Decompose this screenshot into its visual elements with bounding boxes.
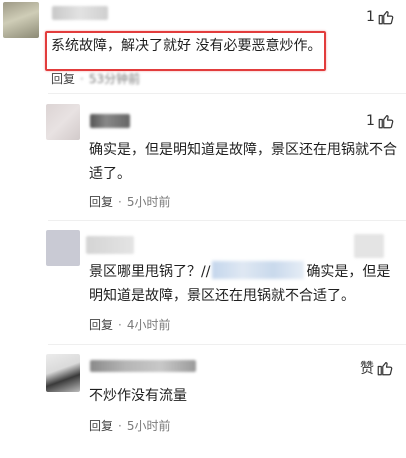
mention-link-blurred[interactable] [212,261,305,279]
comment-meta: 回复 · 53分钟前 [51,70,140,87]
comment-meta: 回复 · 5小时前 [89,193,170,210]
like-count: 1 [366,113,375,129]
reply-button[interactable]: 回复 [89,195,113,209]
thumbs-up-icon [377,8,395,26]
comment-item-1: 1 系统故障，解决了就好 没有必要恶意炒作。 回复 · 53分钟前 [0,0,406,86]
username-blurred[interactable] [86,236,134,254]
like-label: 赞 [360,361,374,377]
meta-separator: · [80,72,84,86]
meta-separator: · [118,195,122,209]
comment-time: 5小时前 [126,195,171,209]
thumbs-up-icon [376,359,394,377]
like-button[interactable]: 赞 [360,358,394,378]
comment-meta: 回复 · 4小时前 [89,316,170,333]
user-avatar[interactable] [46,354,80,392]
red-highlight-box [45,31,326,71]
like-count: 1 [366,9,375,25]
comment-time: 4小时前 [126,318,171,332]
comment-time: 5小时前 [126,419,171,433]
comment-time: 53分钟前 [88,72,141,86]
divider [48,344,406,345]
comment-text: 不炒作没有流量 [89,388,187,404]
meta-separator: · [118,318,122,332]
username-blurred[interactable] [52,6,108,20]
comment-text-part-1: 景区哪里甩锅了？// [89,264,211,280]
comment-item-2: 1 确实是，但是明知道是故障，景区还在甩锅就不合适了。 回复 · 5小时前 [0,100,406,212]
reply-button[interactable]: 回复 [89,318,113,332]
thumbs-up-icon [377,112,395,130]
user-avatar[interactable] [3,2,39,38]
like-button[interactable]: 1 [366,8,395,26]
username-blurred[interactable] [90,114,130,128]
reply-button[interactable]: 回复 [89,419,113,433]
reply-button[interactable]: 回复 [51,72,75,86]
username-blurred[interactable] [90,360,196,372]
user-avatar[interactable] [46,230,80,266]
comment-text: 确实是，但是明知道是故障，景区还在甩锅就不合适了。 [89,142,397,182]
comment-item-3: 景区哪里甩锅了？//确实是，但是明知道是故障，景区还在甩锅就不合适了。 回复 · 4… [0,228,406,340]
meta-separator: · [118,419,122,433]
like-button[interactable]: 1 [366,112,395,130]
like-area-blurred[interactable] [354,234,384,258]
divider [48,220,406,221]
user-avatar[interactable] [46,104,80,140]
divider [48,93,406,94]
comment-item-4: 赞 不炒作没有流量 回复 · 5小时前 [0,350,406,458]
comment-meta: 回复 · 5小时前 [89,417,170,434]
comment-text: 景区哪里甩锅了？//确实是，但是明知道是故障，景区还在甩锅就不合适了。 [89,260,403,308]
